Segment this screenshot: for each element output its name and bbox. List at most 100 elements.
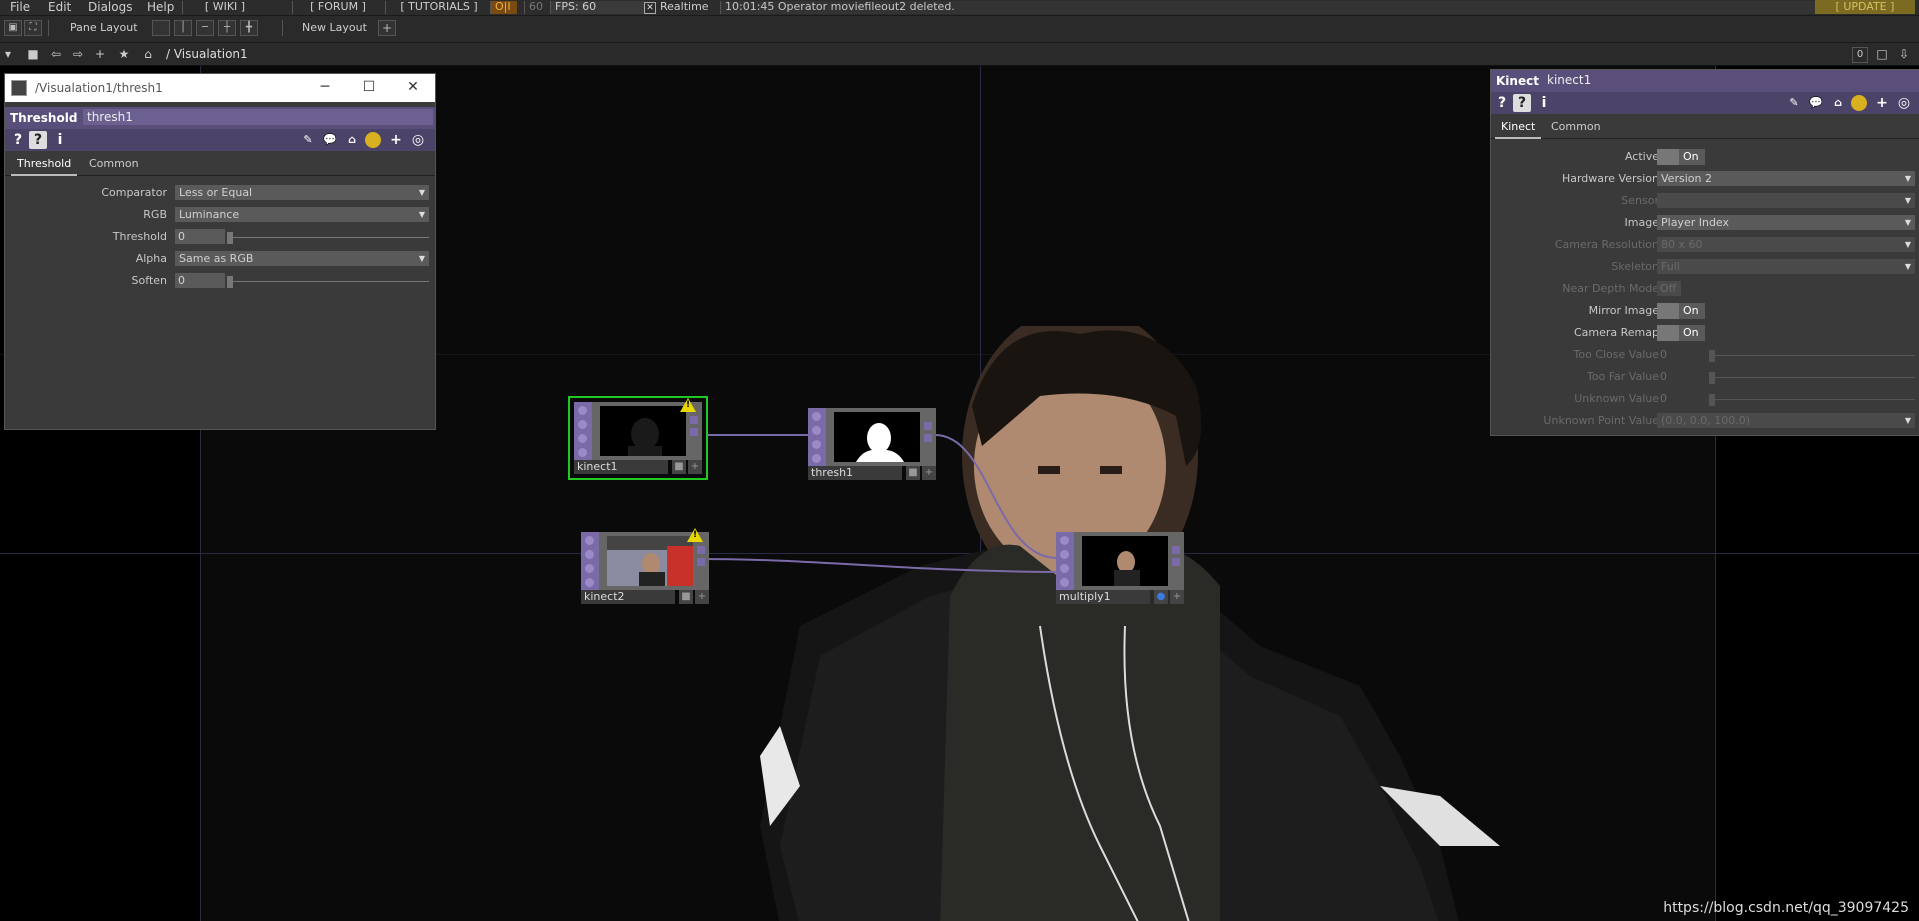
node-kinect2[interactable]: ! kinect2 ■ + — [581, 528, 709, 604]
output-port-icon[interactable] — [1172, 558, 1180, 566]
info-icon[interactable]: i — [51, 131, 69, 149]
window-titlebar[interactable]: /Visualation1/thresh1 ─ ☐ ✕ — [5, 74, 435, 102]
menu-help[interactable]: Help — [147, 0, 174, 15]
forward-icon[interactable]: ⇨ — [70, 46, 86, 62]
plus-icon[interactable]: + — [1873, 94, 1891, 112]
target-icon[interactable]: ◎ — [409, 131, 427, 149]
port-icon[interactable] — [1060, 564, 1069, 573]
node-label[interactable]: multiply1 — [1056, 590, 1150, 604]
pencil-icon[interactable]: ✎ — [299, 131, 317, 149]
add-icon[interactable]: + — [92, 46, 108, 62]
oi-toggle[interactable]: O|I — [490, 1, 517, 14]
node-kinect1[interactable]: ! kinect1 ■ + — [568, 396, 708, 480]
viewer-toggle-icon[interactable]: ■ — [679, 590, 693, 604]
node-add-icon[interactable]: + — [688, 460, 702, 474]
node-add-icon[interactable]: + — [922, 466, 936, 480]
layout-three-icon[interactable]: ┼ — [218, 20, 236, 36]
chevron-down-icon[interactable]: ▾ — [0, 46, 16, 62]
python-help-icon[interactable]: ? — [29, 131, 47, 149]
viewer-active-icon[interactable]: ● — [1154, 590, 1168, 604]
node-label[interactable]: kinect1 — [574, 460, 668, 474]
fps-limit[interactable]: 60 — [524, 1, 553, 14]
warning-icon[interactable]: ! — [687, 528, 703, 542]
output-port-icon[interactable] — [690, 428, 698, 436]
node-label[interactable]: kinect2 — [581, 590, 675, 604]
wiki-button[interactable]: [ WIKI ] — [182, 1, 267, 14]
image-dropdown[interactable]: Player Index — [1657, 215, 1915, 230]
network-path[interactable]: / Visualation1 — [166, 47, 248, 61]
maximize-pane-icon[interactable]: □ — [1874, 46, 1890, 62]
node-add-icon[interactable]: + — [695, 590, 709, 604]
close-icon[interactable]: ✕ — [403, 78, 423, 96]
add-layout-icon[interactable]: + — [378, 20, 396, 36]
comment-icon[interactable]: 💬 — [321, 131, 339, 149]
split-pane-icon[interactable]: ⇩ — [1896, 46, 1912, 62]
active-toggle[interactable]: On — [1657, 149, 1705, 165]
tab-threshold[interactable]: Threshold — [11, 156, 78, 176]
layout-split-horizontal-icon[interactable]: ─ — [196, 20, 214, 36]
port-icon[interactable] — [1060, 550, 1069, 559]
operator-name-field[interactable]: thresh1 — [83, 109, 433, 125]
layout-quad-icon[interactable]: ╋ — [240, 20, 258, 36]
output-port-icon[interactable] — [924, 434, 932, 442]
stop-icon[interactable]: ■ — [25, 46, 41, 62]
python-icon[interactable] — [1851, 95, 1867, 111]
minimize-icon[interactable]: ─ — [315, 78, 335, 96]
operator-name-field[interactable]: kinect1 — [1543, 72, 1917, 88]
hardware-version-dropdown[interactable]: Version 2 — [1657, 171, 1915, 186]
bookmark-star-icon[interactable]: ★ — [116, 46, 132, 62]
realtime-checkbox[interactable]: ✕ — [644, 2, 656, 14]
output-port-icon[interactable] — [924, 422, 932, 430]
help-icon[interactable]: ? — [1493, 94, 1511, 112]
port-icon[interactable] — [812, 426, 821, 435]
threshold-slider-handle[interactable] — [227, 232, 233, 244]
port-icon[interactable] — [578, 420, 587, 429]
soften-value-field[interactable]: 0 — [175, 273, 225, 288]
menu-file[interactable]: File — [10, 0, 30, 15]
forum-button[interactable]: [ FORUM ] — [292, 1, 383, 14]
port-icon[interactable] — [1060, 536, 1069, 545]
node-label[interactable]: thresh1 — [808, 466, 902, 480]
tab-kinect[interactable]: Kinect — [1495, 119, 1542, 139]
port-icon[interactable] — [578, 448, 587, 457]
node-thresh1[interactable]: thresh1 ■ + — [808, 408, 936, 480]
python-help-icon[interactable]: ? — [1513, 94, 1531, 112]
port-icon[interactable] — [812, 440, 821, 449]
output-port-icon[interactable] — [697, 558, 705, 566]
maximize-icon[interactable]: ☐ — [359, 78, 379, 96]
node-add-icon[interactable]: + — [1170, 590, 1184, 604]
port-icon[interactable] — [585, 578, 594, 587]
home-icon[interactable]: ⌂ — [140, 46, 156, 62]
output-port-icon[interactable] — [1172, 546, 1180, 554]
alpha-dropdown[interactable]: Same as RGB — [175, 251, 429, 266]
network-icon[interactable]: ⛶ — [24, 20, 42, 36]
tutorials-button[interactable]: [ TUTORIALS ] — [385, 1, 492, 14]
python-icon[interactable] — [365, 132, 381, 148]
help-icon[interactable]: ? — [9, 131, 27, 149]
camera-remap-toggle[interactable]: On — [1657, 325, 1705, 341]
port-icon[interactable] — [578, 406, 587, 415]
port-icon[interactable] — [585, 536, 594, 545]
comparator-dropdown[interactable]: Less or Equal — [175, 185, 429, 200]
plus-icon[interactable]: + — [387, 131, 405, 149]
menu-dialogs[interactable]: Dialogs — [88, 0, 132, 15]
threshold-value-field[interactable]: 0 — [175, 229, 225, 244]
tag-icon[interactable]: ⌂ — [343, 131, 361, 149]
layout-split-vertical-icon[interactable]: │ — [174, 20, 192, 36]
output-port-icon[interactable] — [690, 416, 698, 424]
tag-icon[interactable]: ⌂ — [1829, 94, 1847, 112]
output-port-icon[interactable] — [697, 546, 705, 554]
info-icon[interactable]: i — [1535, 94, 1553, 112]
port-icon[interactable] — [585, 550, 594, 559]
menu-edit[interactable]: Edit — [48, 0, 71, 15]
port-icon[interactable] — [812, 454, 821, 463]
viewer-toggle-icon[interactable]: ■ — [906, 466, 920, 480]
pencil-icon[interactable]: ✎ — [1785, 94, 1803, 112]
port-icon[interactable] — [812, 412, 821, 421]
layout-single-icon[interactable] — [152, 20, 170, 36]
image-icon[interactable]: ▣ — [4, 20, 22, 36]
comment-icon[interactable]: 💬 — [1807, 94, 1825, 112]
mirror-image-toggle[interactable]: On — [1657, 303, 1705, 319]
node-multiply1[interactable]: multiply1 ● + — [1056, 532, 1184, 604]
update-button[interactable]: [ UPDATE ] — [1815, 0, 1915, 14]
